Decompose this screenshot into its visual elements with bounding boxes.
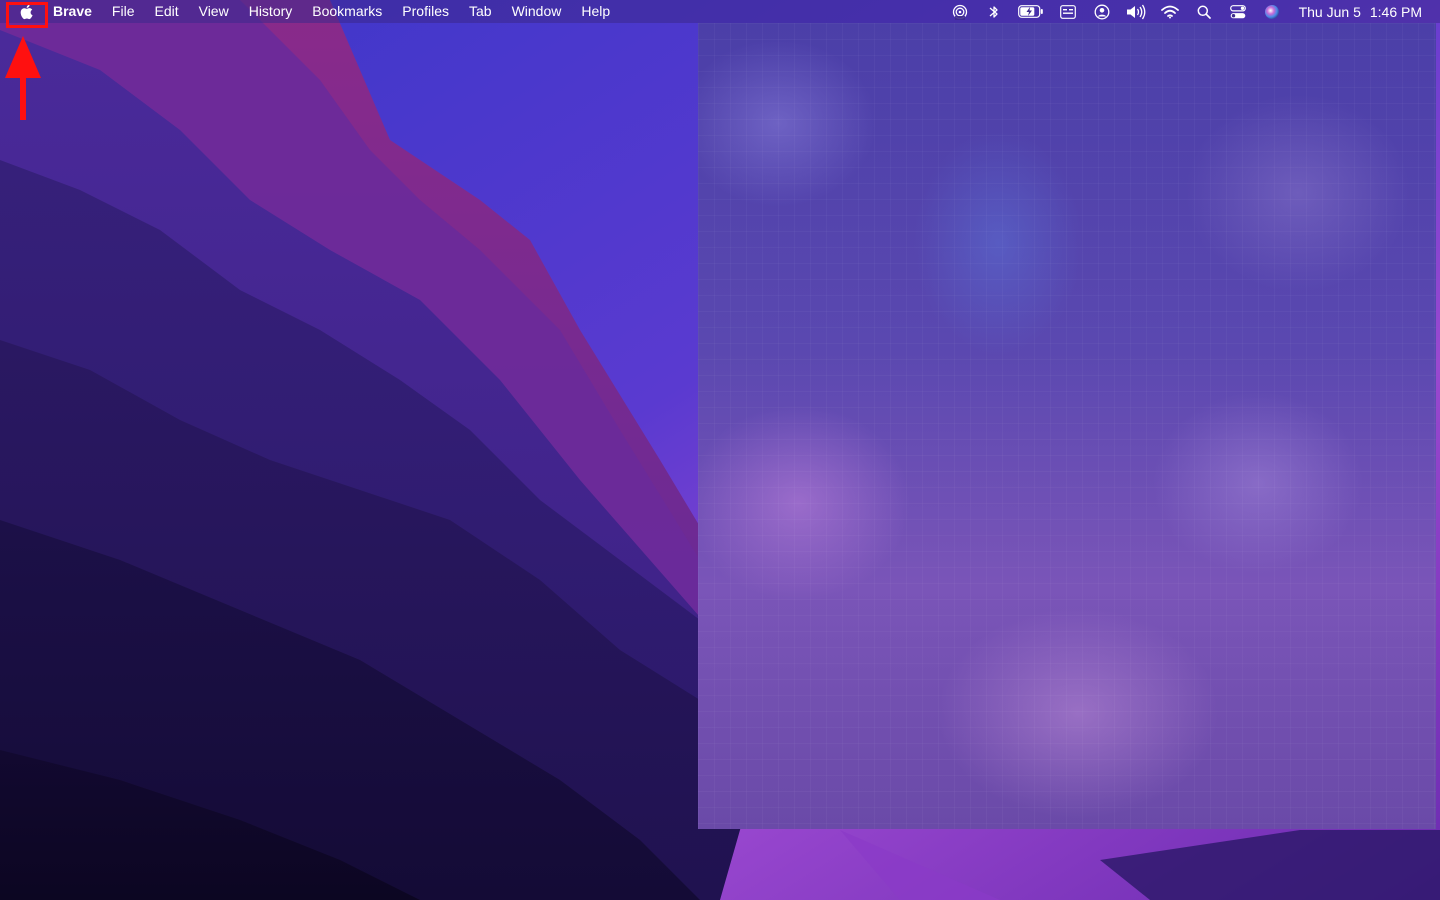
siri-icon[interactable] — [1262, 0, 1282, 23]
annotation-highlight-box — [6, 2, 48, 28]
menu-window[interactable]: Window — [502, 0, 572, 23]
clock-date: Thu Jun 5 — [1298, 3, 1361, 20]
battery-icon[interactable] — [1017, 0, 1044, 23]
bluetooth-icon[interactable] — [984, 0, 1004, 23]
menu-profiles[interactable]: Profiles — [392, 0, 459, 23]
user-icon[interactable] — [1092, 0, 1112, 23]
menu-bar: Brave File Edit View History Bookmarks P… — [0, 0, 1440, 23]
menu-help[interactable]: Help — [571, 0, 620, 23]
keyboard-input-icon[interactable] — [1058, 0, 1078, 23]
menu-view[interactable]: View — [189, 0, 239, 23]
volume-icon[interactable] — [1126, 0, 1146, 23]
menu-edit[interactable]: Edit — [144, 0, 188, 23]
control-center-icon[interactable] — [1228, 0, 1248, 23]
desktop: Brave File Edit View History Bookmarks P… — [0, 0, 1440, 900]
menu-tab[interactable]: Tab — [459, 0, 502, 23]
menu-bookmarks[interactable]: Bookmarks — [302, 0, 392, 23]
menu-file[interactable]: File — [102, 0, 145, 23]
wifi-icon[interactable] — [1160, 0, 1180, 23]
menu-bar-clock[interactable]: Thu Jun 5 1:46 PM — [1299, 4, 1422, 20]
clock-time: 1:46 PM — [1369, 3, 1422, 20]
menu-app-brave[interactable]: Brave — [39, 0, 102, 23]
menu-history[interactable]: History — [239, 0, 303, 23]
pixelated-window — [698, 23, 1436, 829]
annotation-arrow-icon — [5, 36, 41, 120]
airdrop-icon[interactable] — [950, 0, 970, 23]
search-icon[interactable] — [1194, 0, 1214, 23]
